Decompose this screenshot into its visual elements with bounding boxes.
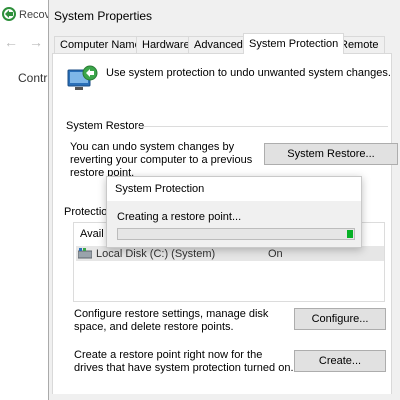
control-panel-link[interactable]: Contr [18, 71, 47, 85]
drive-name: Local Disk (C:) (System) [96, 248, 216, 260]
tab-advanced[interactable]: Advanced [188, 36, 249, 53]
create-button[interactable]: Create... [294, 350, 386, 372]
progress-dialog-title: System Protection [115, 183, 205, 195]
group-divider [138, 126, 388, 127]
arrow-right-icon[interactable]: → [29, 34, 43, 50]
tab-computer-name[interactable]: Computer Name [54, 36, 147, 53]
tab-hardware[interactable]: Hardware [136, 36, 196, 53]
progress-message: Creating a restore point... [117, 211, 242, 223]
arrow-left-icon[interactable]: ← [4, 34, 18, 50]
dialog-title: System Properties [54, 9, 153, 23]
progress-dialog-body: Creating a restore point... [107, 201, 361, 247]
protection-settings-label: Protectio [64, 206, 108, 218]
create-description: Create a restore point right now for the… [74, 349, 294, 374]
progress-bar [117, 228, 355, 240]
available-drives-header: Avail [80, 228, 104, 240]
tab-system-protection[interactable]: System Protection [243, 33, 345, 54]
drive-protection-status: On [268, 248, 283, 260]
recovery-window-title: Recov [19, 9, 51, 21]
recovery-icon [2, 7, 16, 21]
system-restore-button[interactable]: System Restore... [264, 143, 398, 165]
system-protection-progress-dialog: System Protection Creating a restore poi… [106, 176, 362, 248]
system-restore-description: You can undo system changes by reverting… [70, 141, 253, 179]
configure-button[interactable]: Configure... [294, 308, 386, 330]
hard-drive-icon [78, 248, 92, 259]
system-restore-group-label: System Restore [66, 120, 145, 132]
configure-description: Configure restore settings, manage disk … [74, 308, 269, 333]
intro-text: Use system protection to undo unwanted s… [106, 67, 391, 79]
system-protection-icon [67, 65, 98, 90]
progress-bar-fill [347, 230, 353, 238]
